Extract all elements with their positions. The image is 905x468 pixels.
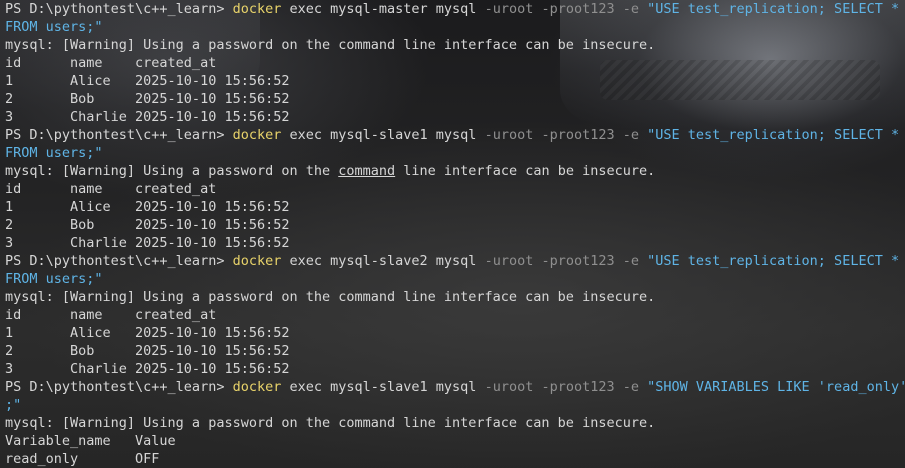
- command-string: FROM users;": [5, 271, 103, 287]
- terminal-window[interactable]: PS D:\pythontest\c++_learn> docker exec …: [0, 0, 905, 468]
- warning-text: mysql: [Warning] Using a password on the: [5, 163, 339, 179]
- result-row: 3 Charlie 2025-10-10 15:56:52: [5, 108, 905, 126]
- warning-text: line interface can be insecure.: [395, 163, 656, 179]
- line-text: Variable_name Value: [5, 433, 176, 449]
- command-string: "USE test_replication; SELECT *: [647, 127, 900, 143]
- line-text: 1 Alice 2025-10-10 15:56:52: [5, 325, 290, 341]
- shell-prompt: PS D:\pythontest\c++_learn>: [5, 253, 233, 269]
- result-row: 2 Bob 2025-10-10 15:56:52: [5, 216, 905, 234]
- result-row: 2 Bob 2025-10-10 15:56:52: [5, 342, 905, 360]
- command-continuation: ;": [5, 396, 905, 414]
- result-row: 1 Alice 2025-10-10 15:56:52: [5, 324, 905, 342]
- warning-line: mysql: [Warning] Using a password on the…: [5, 414, 905, 432]
- result-header-row: Variable_name Value: [5, 432, 905, 450]
- line-text: mysql: [Warning] Using a password on the…: [5, 289, 656, 305]
- line-text: read_only OFF: [5, 451, 160, 467]
- result-row: 3 Charlie 2025-10-10 15:56:52: [5, 234, 905, 252]
- command-name: docker: [232, 253, 282, 269]
- result-row: 1 Alice 2025-10-10 15:56:52: [5, 72, 905, 90]
- line-text: 3 Charlie 2025-10-10 15:56:52: [5, 109, 290, 125]
- line-text: mysql: [Warning] Using a password on the…: [5, 37, 656, 53]
- command-name: docker: [232, 379, 282, 395]
- command-args: exec mysql-slave1 mysql: [281, 127, 485, 143]
- command-line: PS D:\pythontest\c++_learn> docker exec …: [5, 126, 905, 144]
- line-text: id name created_at: [5, 307, 217, 323]
- command-line: PS D:\pythontest\c++_learn> docker exec …: [5, 0, 905, 18]
- command-args: exec mysql-slave2 mysql: [281, 253, 485, 269]
- warning-line: mysql: [Warning] Using a password on the…: [5, 36, 905, 54]
- command-continuation: FROM users;": [5, 18, 905, 36]
- line-text: 2 Bob 2025-10-10 15:56:52: [5, 343, 290, 359]
- warning-line: mysql: [Warning] Using a password on the…: [5, 288, 905, 306]
- warning-line: mysql: [Warning] Using a password on the…: [5, 162, 905, 180]
- command-continuation: FROM users;": [5, 144, 905, 162]
- line-text: 1 Alice 2025-10-10 15:56:52: [5, 73, 290, 89]
- command-flags: -uroot -proot123 -e: [484, 379, 648, 395]
- command-string: "USE test_replication; SELECT *: [647, 1, 900, 17]
- shell-prompt: PS D:\pythontest\c++_learn>: [5, 1, 233, 17]
- result-header-row: id name created_at: [5, 180, 905, 198]
- terminal-output[interactable]: PS D:\pythontest\c++_learn> docker exec …: [5, 0, 905, 468]
- command-string: "SHOW VARIABLES LIKE 'read_only': [647, 379, 905, 395]
- result-header-row: id name created_at: [5, 306, 905, 324]
- line-text: id name created_at: [5, 55, 217, 71]
- command-name: docker: [232, 127, 282, 143]
- result-row: 1 Alice 2025-10-10 15:56:52: [5, 198, 905, 216]
- line-text: 2 Bob 2025-10-10 15:56:52: [5, 91, 290, 107]
- line-text: id name created_at: [5, 181, 217, 197]
- command-string: ;": [5, 397, 22, 413]
- shell-prompt: PS D:\pythontest\c++_learn>: [5, 379, 233, 395]
- underlined-word: command: [338, 163, 396, 179]
- result-row: 2 Bob 2025-10-10 15:56:52: [5, 90, 905, 108]
- line-text: 1 Alice 2025-10-10 15:56:52: [5, 199, 290, 215]
- shell-prompt: PS D:\pythontest\c++_learn>: [5, 127, 233, 143]
- result-row: read_only OFF: [5, 450, 905, 468]
- command-string: FROM users;": [5, 145, 103, 161]
- command-string: "USE test_replication; SELECT *: [647, 253, 900, 269]
- line-text: 3 Charlie 2025-10-10 15:56:52: [5, 235, 290, 251]
- line-text: 3 Charlie 2025-10-10 15:56:52: [5, 361, 290, 377]
- command-args: exec mysql-master mysql: [281, 1, 485, 17]
- command-args: exec mysql-slave1 mysql: [281, 379, 485, 395]
- result-row: 3 Charlie 2025-10-10 15:56:52: [5, 360, 905, 378]
- line-text: mysql: [Warning] Using a password on the…: [5, 415, 656, 431]
- command-flags: -uroot -proot123 -e: [484, 1, 648, 17]
- result-header-row: id name created_at: [5, 54, 905, 72]
- command-string: FROM users;": [5, 19, 103, 35]
- command-continuation: FROM users;": [5, 270, 905, 288]
- line-text: 2 Bob 2025-10-10 15:56:52: [5, 217, 290, 233]
- command-name: docker: [232, 1, 282, 17]
- command-line: PS D:\pythontest\c++_learn> docker exec …: [5, 378, 905, 396]
- command-flags: -uroot -proot123 -e: [484, 127, 648, 143]
- command-line: PS D:\pythontest\c++_learn> docker exec …: [5, 252, 905, 270]
- command-flags: -uroot -proot123 -e: [484, 253, 648, 269]
